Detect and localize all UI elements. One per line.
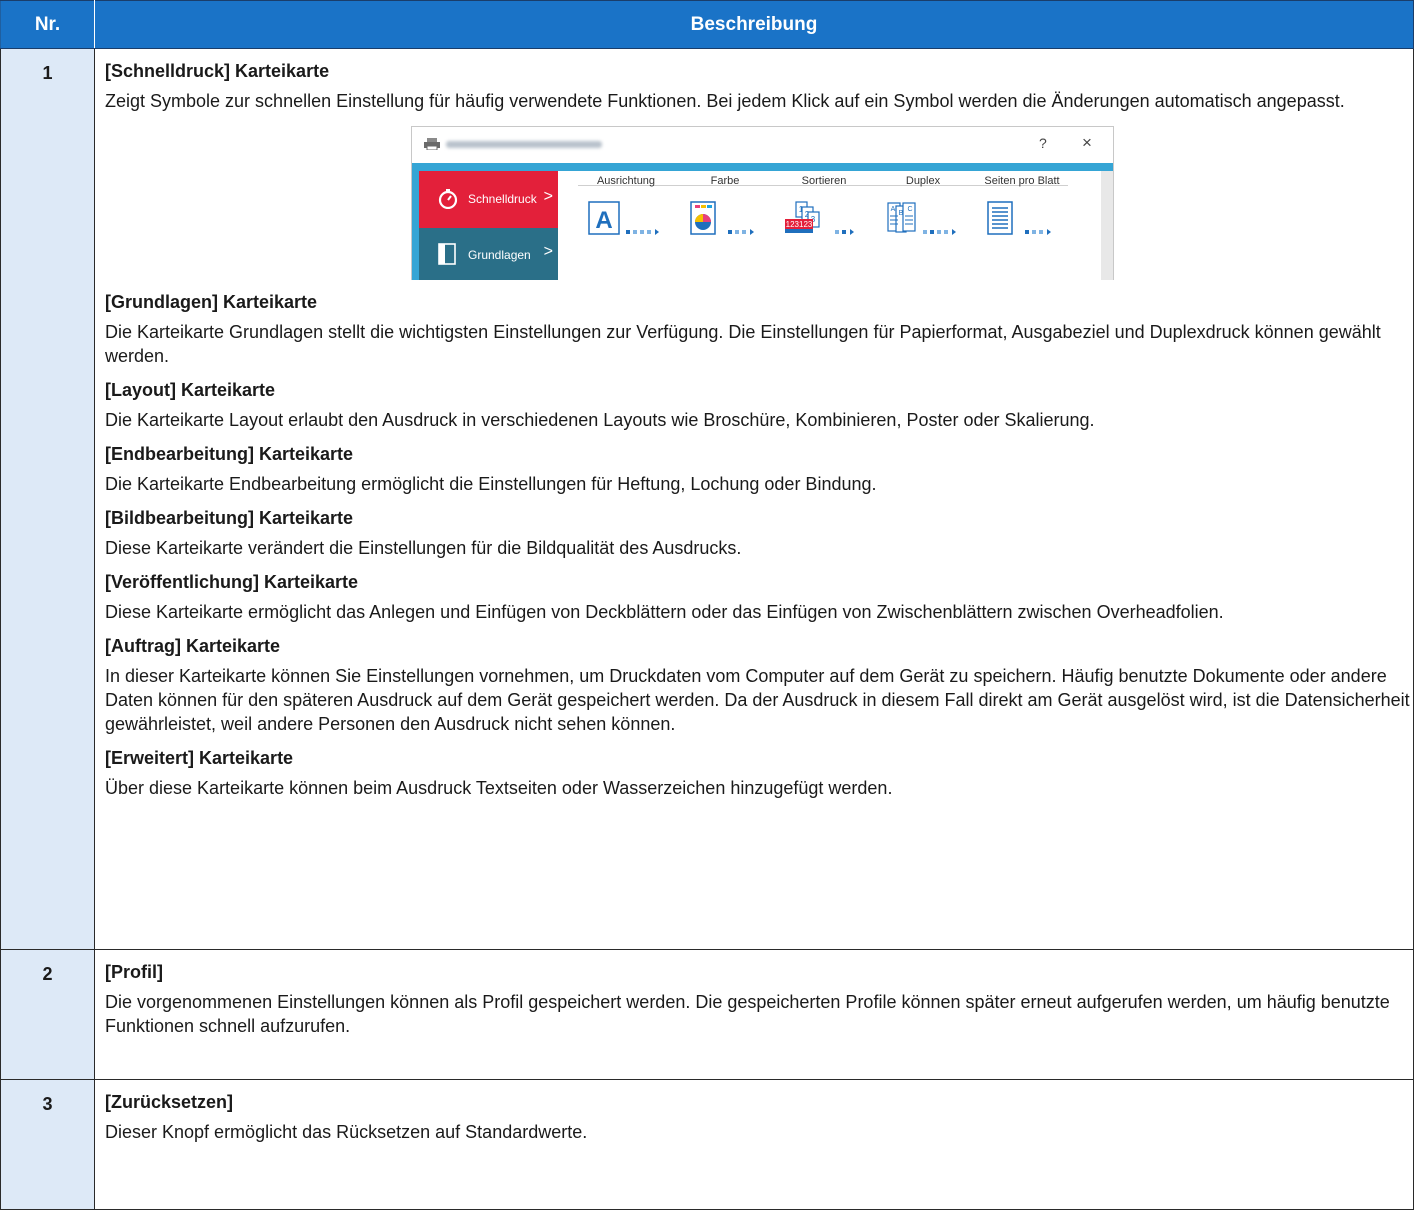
chevron-right-icon: >: [543, 243, 553, 260]
table-row: 1 [Schnelldruck] Karteikarte Zeigt Symbo…: [0, 48, 1414, 950]
quick-color[interactable]: Farbe: [675, 171, 775, 240]
tab-text-layout: Die Karteikarte Layout erlaubt den Ausdr…: [105, 410, 1095, 430]
tab-heading-auftrag: [Auftrag] Karteikarte: [105, 636, 281, 656]
table-row: 3 [Zurücksetzen] Dieser Knopf ermöglicht…: [0, 1079, 1414, 1210]
tab-heading-veroeffentlichung: [Veröffentlichung] Karteikarte: [105, 572, 359, 592]
row-description: [Zurücksetzen] Dieser Knopf ermöglicht d…: [94, 1079, 1414, 1210]
sidebar-item-grundlagen[interactable]: Grundlagen >: [419, 228, 558, 280]
zuruecksetzen-heading: [Zurücksetzen]: [105, 1092, 234, 1112]
color-icon: [690, 201, 716, 235]
options-dots: [626, 229, 660, 235]
svg-text:A: A: [595, 207, 612, 234]
header-beschreibung: Beschreibung: [94, 0, 1414, 49]
book-icon: [438, 243, 456, 265]
quickprint-panel: Ausrichtung A Farbe Sortieren 1 2 123123…: [558, 171, 1101, 280]
options-dots: [728, 229, 755, 235]
column-label: Farbe: [710, 175, 740, 187]
dialog-body: Schnelldruck > Grundlagen > Ausrichtung …: [412, 163, 1113, 280]
table-row: 2 [Profil] Die vorgenommenen Einstellung…: [0, 949, 1414, 1080]
chevron-right-icon: >: [543, 188, 553, 205]
tab-text-endbearbeitung: Die Karteikarte Endbearbeitung ermöglich…: [105, 474, 877, 494]
row-number: 3: [0, 1079, 95, 1210]
sidebar-label: Schnelldruck: [468, 192, 537, 206]
profil-text: Die vorgenommenen Einstellungen können a…: [105, 992, 1390, 1036]
description-table: Nr. Beschreibung 1 [Schnelldruck] Kartei…: [0, 0, 1414, 1210]
tab-heading-erweitert: [Erweitert] Karteikarte: [105, 748, 294, 768]
tab-heading-bildbearbeitung: [Bildbearbeitung] Karteikarte: [105, 508, 354, 528]
column-label: Duplex: [905, 175, 941, 187]
dialog-title-blurred: [446, 141, 602, 148]
column-label: Sortieren: [801, 175, 847, 187]
row-number: 1: [0, 48, 95, 950]
dialog-titlebar: ? ×: [412, 127, 1113, 163]
svg-text:123123: 123123: [785, 220, 812, 229]
collate-icon: 1 2 3 123123: [784, 201, 820, 233]
tab-text-schnelldruck: Zeigt Symbole zur schnellen Einstellung …: [105, 91, 1345, 111]
tab-text-erweitert: Über diese Karteikarte können beim Ausdr…: [105, 778, 893, 798]
stopwatch-icon: [438, 189, 458, 209]
options-dots: [835, 229, 855, 235]
quick-collate[interactable]: Sortieren 1 2 3 123123: [774, 171, 874, 240]
header-nr: Nr.: [0, 0, 95, 49]
options-dots: [923, 229, 957, 235]
options-dots: [1025, 229, 1052, 235]
tab-text-grundlagen: Die Karteikarte Grundlagen stellt die wi…: [105, 322, 1381, 366]
column-label: Ausrichtung: [596, 175, 656, 187]
tab-text-bildbearbeitung: Diese Karteikarte verändert die Einstell…: [105, 538, 742, 558]
sidebar-label: Grundlagen: [468, 248, 531, 262]
pages-per-sheet-icon: [987, 201, 1013, 235]
tab-heading-schnelldruck: [Schnelldruck] Karteikarte: [105, 61, 330, 81]
scrollbar[interactable]: [1101, 171, 1113, 280]
duplex-icon: A B C: [887, 202, 916, 233]
help-button[interactable]: ?: [1039, 135, 1047, 151]
quick-duplex[interactable]: Duplex A B C: [873, 171, 973, 240]
table-header-row: Nr. Beschreibung: [0, 0, 1414, 49]
svg-text:C: C: [907, 206, 912, 213]
tab-text-veroeffentlichung: Diese Karteikarte ermöglicht das Anlegen…: [105, 602, 1224, 622]
tab-text-auftrag: In dieser Karteikarte können Sie Einstel…: [105, 666, 1410, 734]
orientation-icon: A: [588, 201, 620, 235]
row-description: [Schnelldruck] Karteikarte Zeigt Symbole…: [94, 48, 1414, 950]
column-label: Seiten pro Blatt: [984, 175, 1060, 187]
quick-pages-per-sheet[interactable]: Seiten pro Blatt: [972, 171, 1072, 240]
svg-text:B: B: [898, 210, 903, 217]
zuruecksetzen-text: Dieser Knopf ermöglicht das Rücksetzen a…: [105, 1122, 588, 1142]
row-number: 2: [0, 949, 95, 1080]
printer-icon: [424, 138, 440, 150]
sidebar-item-schnelldruck[interactable]: Schnelldruck >: [419, 171, 558, 228]
printer-dialog-screenshot: ? × Schnelldruck > Grundlagen > Ausricht…: [411, 126, 1114, 280]
row-description: [Profil] Die vorgenommenen Einstellungen…: [94, 949, 1414, 1080]
quick-orientation[interactable]: Ausrichtung A: [576, 171, 676, 240]
profil-heading: [Profil]: [105, 962, 163, 982]
tab-heading-endbearbeitung: [Endbearbeitung] Karteikarte: [105, 444, 354, 464]
svg-text:A: A: [890, 206, 895, 213]
tab-heading-grundlagen: [Grundlagen] Karteikarte: [105, 292, 318, 312]
tab-heading-layout: [Layout] Karteikarte: [105, 380, 276, 400]
close-button[interactable]: ×: [1082, 133, 1092, 153]
